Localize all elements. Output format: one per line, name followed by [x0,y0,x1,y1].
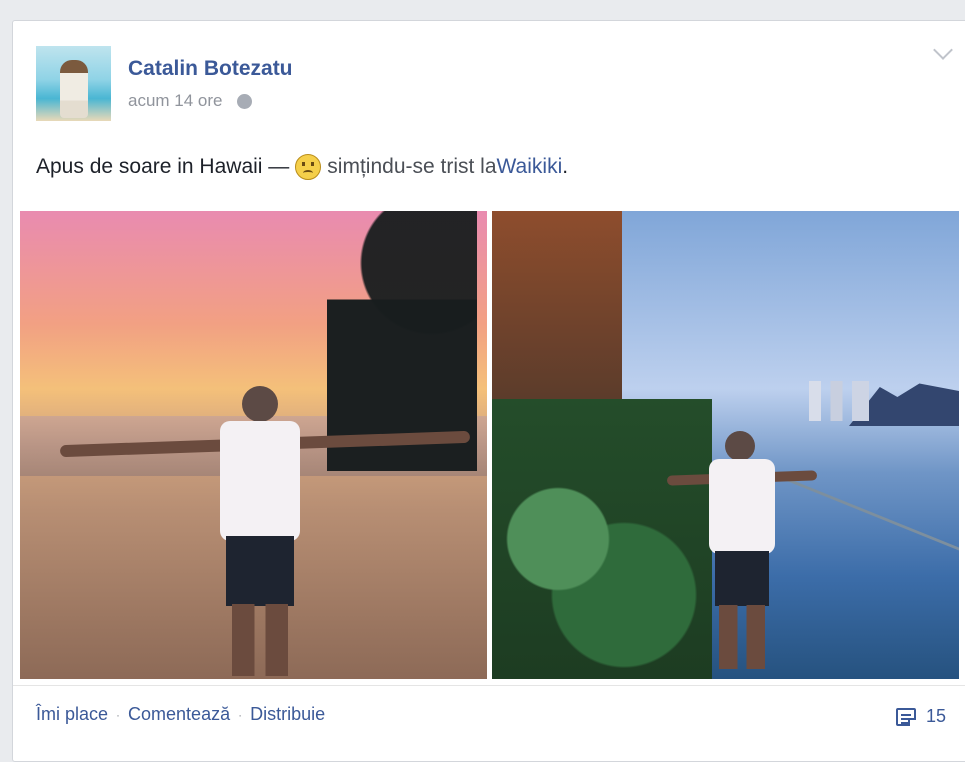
railing [782,476,959,679]
chevron-down-icon[interactable] [933,40,953,60]
globe-icon [236,93,252,109]
like-button[interactable]: Îmi place [36,704,108,725]
post-time[interactable]: acum 14 ore [128,91,223,111]
person-shirt [220,421,300,541]
plants [492,399,712,679]
person-head [242,386,278,422]
feeling-text: simțindu-se trist la [327,155,497,178]
person-shorts [226,536,294,606]
profile-avatar[interactable] [36,46,111,121]
person-head-right [725,431,755,461]
city-skyline [809,381,929,421]
comment-button[interactable]: Comentează [128,704,230,725]
comment-count-value: 15 [925,706,946,726]
separator-dot: · [238,707,243,722]
person-figure [59,386,471,676]
person-shorts-right [715,551,769,606]
photo-right[interactable] [492,211,959,679]
post-meta: acum 14 ore [128,91,252,111]
location-link[interactable]: Waikiki [497,155,563,179]
author-name[interactable]: Catalin Botezatu [128,57,293,81]
separator-dot: · [116,707,121,722]
post-status: Apus de soare in Hawaii — simțindu-se tr… [36,154,568,180]
comments-icon [895,707,916,726]
person-legs [232,604,288,676]
post-actions: Îmi place · Comentează · Distribuie [36,704,325,725]
status-text: Apus de soare in Hawaii — [36,155,290,178]
action-divider [13,685,965,686]
photo-left[interactable] [20,211,487,679]
comment-count[interactable]: 15 [895,706,946,727]
person-legs-right [719,605,765,669]
avatar-person [60,60,88,118]
person-shirt-right [709,459,775,554]
person-figure-right [666,431,818,671]
status-period: . [562,155,569,178]
post-card: Catalin Botezatu acum 14 ore Apus de soa… [12,20,965,762]
sad-face-icon [295,154,322,180]
share-button[interactable]: Distribuie [250,704,325,725]
